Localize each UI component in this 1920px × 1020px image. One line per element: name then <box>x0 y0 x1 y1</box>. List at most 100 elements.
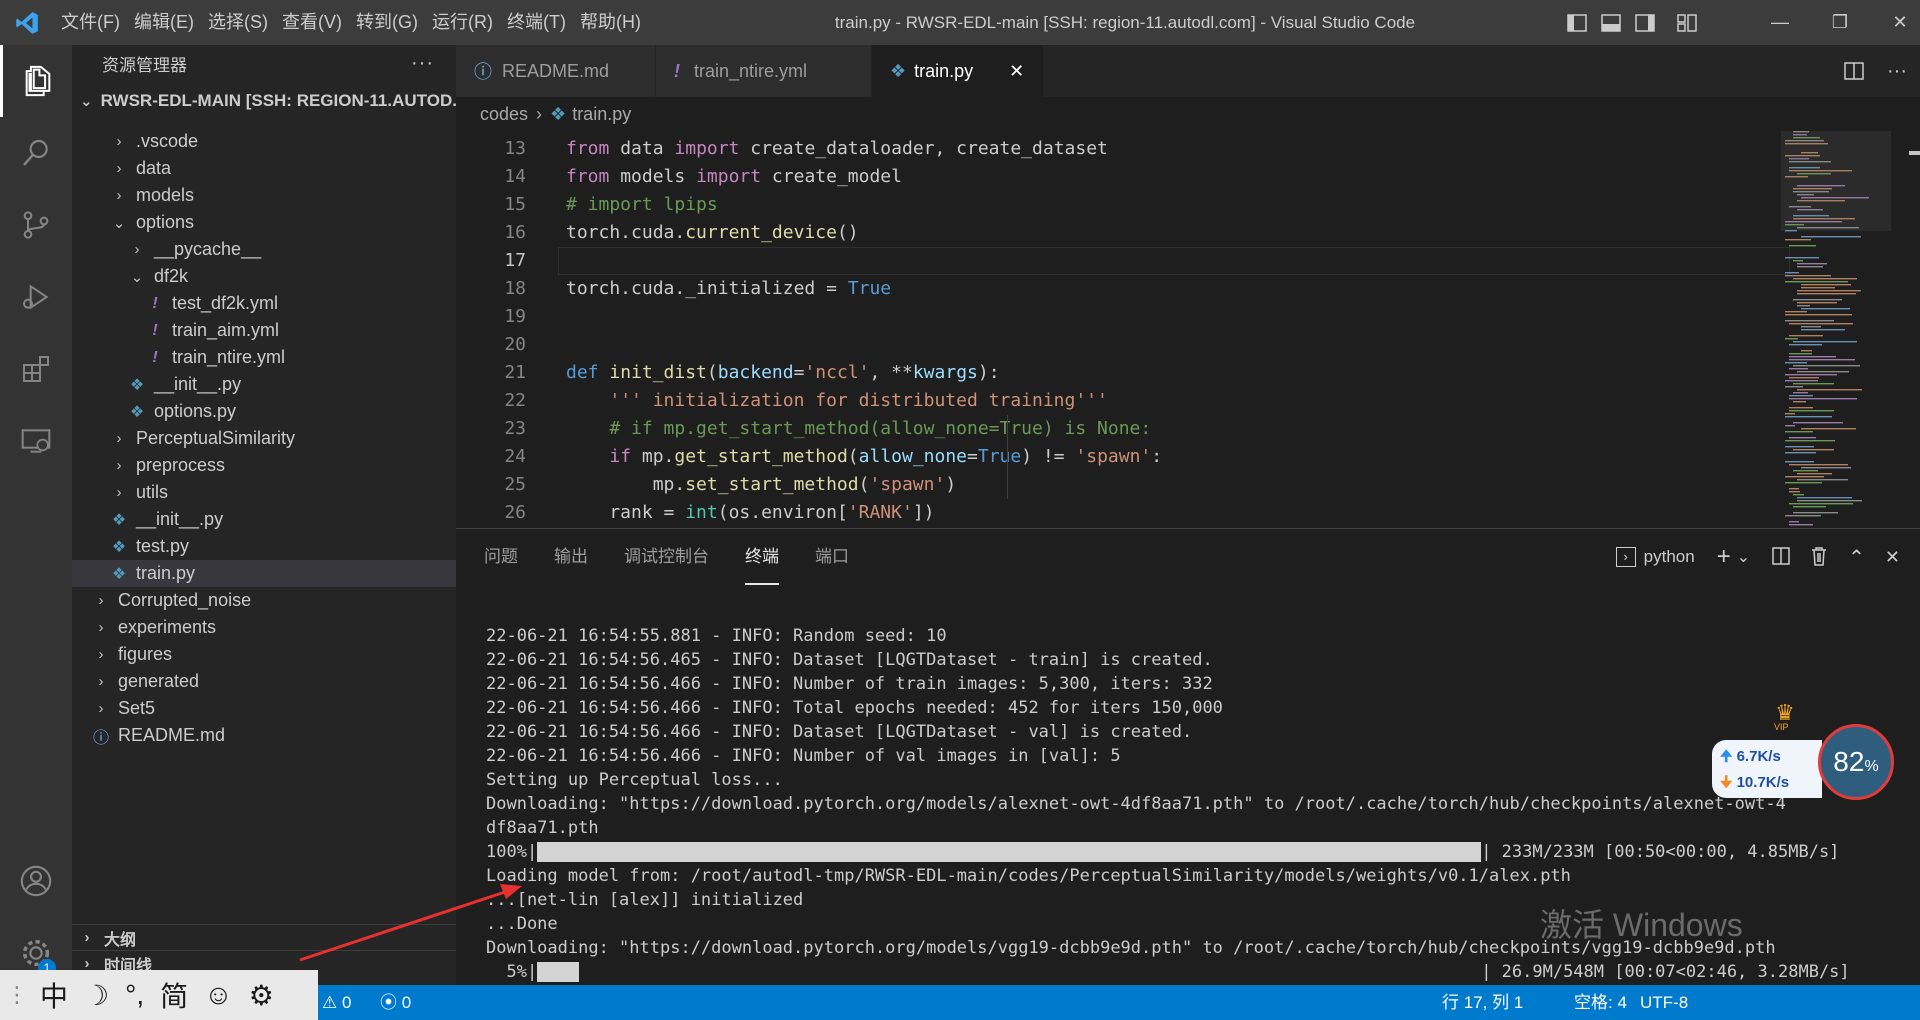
tree-item-label: train.py <box>136 563 196 583</box>
menu-file[interactable]: 文件(F) <box>54 0 127 45</box>
toggle-primary-sidebar-icon[interactable] <box>1560 0 1594 45</box>
menu-help[interactable]: 帮助(H) <box>573 0 648 45</box>
tree-item-label: README.md <box>118 725 226 745</box>
tree-item-label: .vscode <box>136 131 199 151</box>
tree-item[interactable]: ❖ __init__.py <box>72 371 456 398</box>
tree-item[interactable]: ❖ options.py <box>72 398 456 425</box>
close-panel-icon[interactable]: ✕ <box>1885 547 1900 568</box>
problems-status[interactable]: ⚠ 0 <box>322 985 351 1020</box>
restore-icon[interactable]: ❐ <box>1810 0 1870 45</box>
tree-item[interactable]: › figures <box>72 641 456 668</box>
tree-item[interactable]: ⓘ README.md <box>72 722 456 749</box>
search-icon[interactable] <box>0 117 72 189</box>
editor-scrollbar[interactable] <box>1901 131 1920 528</box>
more-actions-icon[interactable]: ··· <box>411 52 434 75</box>
punctuation-toggle[interactable]: °, <box>125 979 144 1011</box>
layout-controls <box>1560 0 1712 45</box>
tree-item[interactable]: ❖ train.py <box>72 560 456 587</box>
network-speed-widget[interactable]: ♛ VIP 🠉 6.7K/s 🠋 10.7K/s 82% <box>1710 700 1894 820</box>
ime-lang-toggle[interactable]: 中 <box>40 975 68 1015</box>
ime-settings-icon[interactable]: ⚙ <box>249 979 274 1012</box>
remote-explorer-icon[interactable] <box>0 405 72 477</box>
tree-item[interactable]: › data <box>72 155 456 182</box>
tree-item[interactable]: ! train_ntire.yml <box>72 344 456 371</box>
tree-item[interactable]: › experiments <box>72 614 456 641</box>
tree-item[interactable]: ! test_df2k.yml <box>72 290 456 317</box>
customize-layout-icon[interactable] <box>1662 0 1712 45</box>
tree-item[interactable]: › generated <box>72 668 456 695</box>
extensions-icon[interactable] <box>0 333 72 405</box>
tree-item[interactable]: › utils <box>72 479 456 506</box>
minimap[interactable] <box>1781 131 1891 528</box>
breadcrumb-file[interactable]: train.py <box>572 104 631 125</box>
line-number: 21 <box>504 362 526 383</box>
tree-item[interactable]: ❖ test.py <box>72 533 456 560</box>
workspace-root[interactable]: ⌄ RWSR-EDL-MAIN [SSH: REGION-11.AUTOD... <box>72 81 456 121</box>
tab-problems[interactable]: 问题 <box>484 529 518 585</box>
toggle-secondary-sidebar-icon[interactable] <box>1628 0 1662 45</box>
indentation[interactable]: 空格: 4 <box>1574 985 1627 1020</box>
source-control-icon[interactable] <box>0 189 72 261</box>
encoding[interactable]: UTF-8 <box>1640 985 1688 1020</box>
menu-selection[interactable]: 选择(S) <box>201 0 275 45</box>
menu-run[interactable]: 运行(R) <box>425 0 500 45</box>
tree-item[interactable]: ⌄ df2k <box>72 263 456 290</box>
terminal-line: 22-06-21 16:54:55.881 - INFO: Random see… <box>486 626 947 646</box>
emoji-icon[interactable]: ☺ <box>204 979 233 1011</box>
ports-status[interactable]: ⦿ 0 <box>380 985 411 1020</box>
menu-go[interactable]: 转到(G) <box>349 0 425 45</box>
code-editor[interactable]: 13 from data import create_dataloader, cr… <box>456 131 1920 528</box>
tab-terminal[interactable]: 终端 <box>745 529 779 585</box>
maximize-panel-icon[interactable]: ⌃ <box>1848 545 1865 570</box>
code-line: ''' initialization for distributed train… <box>609 390 1108 411</box>
tab-output[interactable]: 输出 <box>554 529 588 585</box>
simplified-toggle[interactable]: 简 <box>160 975 188 1015</box>
tab-train-py[interactable]: ❖ train.py ✕ <box>872 45 1044 97</box>
accounts-icon[interactable] <box>0 845 72 917</box>
close-tab-icon[interactable]: ✕ <box>1009 61 1024 82</box>
menu-edit[interactable]: 编辑(E) <box>127 0 201 45</box>
trash-icon[interactable] <box>1810 546 1828 569</box>
chevron-down-icon[interactable]: ⌄ <box>1737 547 1750 567</box>
terminal-line: 22-06-21 16:54:56.465 - INFO: Dataset [L… <box>486 650 1213 670</box>
menu-terminal[interactable]: 终端(T) <box>500 0 573 45</box>
line-number: 25 <box>504 474 526 495</box>
tree-item[interactable]: › PerceptualSimilarity <box>72 425 456 452</box>
cursor-position[interactable]: 行 17, 列 1 <box>1442 985 1523 1020</box>
terminal-line: 22-06-21 16:54:56.466 - INFO: Number of … <box>486 746 1121 766</box>
tree-item[interactable]: ❖ __init__.py <box>72 506 456 533</box>
tab-debug-console[interactable]: 调试控制台 <box>624 529 709 585</box>
ime-drag-handle[interactable]: ⋮ <box>6 982 28 1008</box>
tree-item[interactable]: ! train_aim.yml <box>72 317 456 344</box>
chevron-right-icon: › <box>134 241 140 258</box>
tree-item-label: options <box>136 212 195 232</box>
split-terminal-icon[interactable] <box>1772 546 1790 568</box>
tab-train-ntire-yml[interactable]: ! train_ntire.yml <box>656 45 872 97</box>
panel-tabs: 问题 输出 调试控制台 终端 端口 <box>456 529 885 585</box>
tab-readme[interactable]: ⓘ README.md <box>456 45 656 97</box>
breadcrumb-folder[interactable]: codes <box>480 104 528 125</box>
minimize-icon[interactable]: — <box>1750 0 1810 45</box>
split-editor-icon[interactable] <box>1834 45 1874 97</box>
terminal-name[interactable]: python <box>1644 547 1695 567</box>
tab-ports[interactable]: 端口 <box>815 529 849 585</box>
moon-icon[interactable]: ☽ <box>84 979 109 1012</box>
line-number: 13 <box>504 138 526 159</box>
menu-view[interactable]: 查看(V) <box>275 0 349 45</box>
terminal-scrollbar[interactable] <box>1906 585 1920 985</box>
tree-item[interactable]: › .vscode <box>72 128 456 155</box>
new-terminal-icon[interactable]: + <box>1717 543 1731 571</box>
editor-more-actions-icon[interactable]: ··· <box>1874 45 1920 97</box>
tree-item[interactable]: ⌄ options <box>72 209 456 236</box>
toggle-panel-icon[interactable] <box>1594 0 1628 45</box>
close-window-icon[interactable]: ✕ <box>1870 0 1920 45</box>
outline-section[interactable]: › 大纲 <box>72 924 456 950</box>
tree-item[interactable]: › __pycache__ <box>72 236 456 263</box>
tree-item[interactable]: › models <box>72 182 456 209</box>
tree-item[interactable]: › Corrupted_noise <box>72 587 456 614</box>
explorer-icon[interactable] <box>0 45 72 117</box>
run-debug-icon[interactable] <box>0 261 72 333</box>
tree-item[interactable]: › preprocess <box>72 452 456 479</box>
line-number: 23 <box>504 418 526 439</box>
tree-item[interactable]: › Set5 <box>72 695 456 722</box>
